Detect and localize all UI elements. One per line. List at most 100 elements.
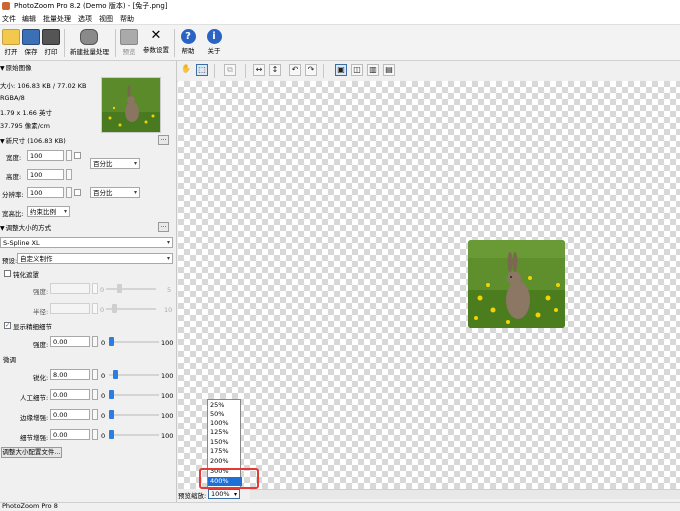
edge-min: 0 bbox=[101, 412, 106, 420]
width-spinner[interactable] bbox=[66, 150, 72, 161]
artifact-max: 100 bbox=[161, 392, 174, 400]
rotate-left-button[interactable]: ↶ bbox=[289, 64, 301, 76]
stacked-view-button[interactable]: ▤ bbox=[383, 64, 395, 76]
collapse-triangle-icon: ▼ bbox=[0, 225, 5, 232]
resize-method-header[interactable]: ▼调整大小的方式 … bbox=[0, 222, 172, 232]
width-input[interactable]: 100 bbox=[27, 150, 64, 161]
menu-bar: 文件 编辑 批量处理 选项 视图 帮助 bbox=[0, 12, 680, 25]
folder-icon bbox=[2, 29, 20, 45]
zoom-option[interactable]: 175% bbox=[210, 447, 240, 456]
single-view-button[interactable]: ▣ bbox=[335, 64, 347, 76]
new-size-header[interactable]: ▼新尺寸 (106.83 KB) … bbox=[0, 135, 172, 145]
horizontal-scrollbar[interactable] bbox=[250, 489, 680, 499]
crop-button[interactable]: ⧉ bbox=[224, 64, 236, 76]
menu-help[interactable]: 帮助 bbox=[120, 14, 134, 24]
menu-options[interactable]: 选项 bbox=[78, 14, 92, 24]
edge-slider[interactable] bbox=[109, 414, 159, 416]
preset-select[interactable]: 自定义制作 ▾ bbox=[17, 253, 173, 264]
unsharp-strength-thumb[interactable] bbox=[117, 284, 122, 293]
resolution-spinner[interactable] bbox=[66, 187, 72, 198]
info-icon: i bbox=[206, 29, 222, 44]
menu-file[interactable]: 文件 bbox=[2, 14, 16, 24]
artifact-slider[interactable] bbox=[109, 394, 159, 396]
preview-canvas[interactable] bbox=[178, 81, 680, 489]
original-mode: RGBA/8 bbox=[0, 94, 25, 102]
unsharp-checkbox[interactable] bbox=[4, 270, 11, 277]
unsharp-strength-slider[interactable] bbox=[106, 288, 156, 290]
new-batch-button[interactable]: 新建批量处理 bbox=[70, 27, 109, 59]
settings-button[interactable]: ✕ 参数设置 bbox=[143, 27, 169, 59]
fit-height-button[interactable]: ↕ bbox=[269, 64, 281, 76]
artifact-label: 人工细节: bbox=[20, 394, 49, 402]
grain-slider[interactable] bbox=[109, 434, 159, 436]
grain-spinner[interactable] bbox=[92, 429, 98, 440]
unsharp-strength-spinner[interactable] bbox=[92, 283, 98, 294]
edge-max: 100 bbox=[161, 412, 174, 420]
sharpen-label: 锐化: bbox=[33, 374, 49, 382]
menu-batch[interactable]: 批量处理 bbox=[43, 14, 71, 24]
hand-tool-button[interactable]: ✋ bbox=[180, 64, 192, 76]
menu-view[interactable]: 视图 bbox=[99, 14, 113, 24]
resolution-input[interactable]: 100 bbox=[27, 187, 64, 198]
window-title: PhotoZoom Pro 8.2 (Demo 版本) - [兔子.png] bbox=[14, 2, 168, 10]
split-view-button[interactable]: ◫ bbox=[351, 64, 363, 76]
height-spinner[interactable] bbox=[66, 169, 72, 180]
edge-thumb[interactable] bbox=[109, 410, 114, 419]
artifact-spinner[interactable] bbox=[92, 389, 98, 400]
resize-more-button[interactable]: … bbox=[158, 222, 169, 232]
about-button[interactable]: i 关于 bbox=[203, 27, 225, 59]
unsharp-radius-thumb[interactable] bbox=[112, 304, 117, 313]
preview-zoom-select[interactable]: 100% ▾ bbox=[208, 489, 240, 499]
resize-presets-button[interactable]: 调整大小配置文件... bbox=[1, 447, 62, 458]
grain-thumb[interactable] bbox=[109, 430, 114, 439]
detail-strength-slider[interactable] bbox=[109, 341, 159, 343]
detail-strength-spinner[interactable] bbox=[92, 336, 98, 347]
sharpen-input[interactable]: 8.00 bbox=[50, 369, 90, 380]
edge-input[interactable]: 0.00 bbox=[50, 409, 90, 420]
method-select[interactable]: S-Spline XL ▾ bbox=[0, 237, 173, 248]
zoom-option[interactable]: 25% bbox=[210, 401, 240, 410]
fit-width-button[interactable]: ↔ bbox=[253, 64, 265, 76]
grain-label: 细节增强: bbox=[20, 434, 49, 442]
select-tool-button[interactable]: ⬚ bbox=[196, 64, 208, 76]
width-label: 宽度: bbox=[6, 154, 22, 162]
detail-strength-thumb[interactable] bbox=[109, 337, 114, 346]
sharpen-thumb[interactable] bbox=[113, 370, 118, 379]
original-dimensions: 1.79 x 1.66 英寸 bbox=[0, 109, 52, 117]
new-size-more-button[interactable]: … bbox=[158, 135, 169, 145]
chevron-down-icon: ▾ bbox=[166, 255, 170, 262]
zoom-option[interactable]: 125% bbox=[210, 428, 240, 437]
edge-spinner[interactable] bbox=[92, 409, 98, 420]
preset-label: 预设: bbox=[2, 257, 18, 265]
unsharp-strength-input[interactable] bbox=[50, 283, 90, 294]
original-image-header[interactable]: ▼原始图像 bbox=[0, 62, 172, 72]
side-by-side-button[interactable]: ▥ bbox=[367, 64, 379, 76]
resolution-unit-select[interactable]: 百分比 ▾ bbox=[90, 187, 140, 198]
artifact-input[interactable]: 0.00 bbox=[50, 389, 90, 400]
height-label: 高度: bbox=[6, 173, 22, 181]
preview-button[interactable]: 预览 bbox=[118, 27, 140, 59]
grain-input[interactable]: 0.00 bbox=[50, 429, 90, 440]
sharpen-spinner[interactable] bbox=[92, 369, 98, 380]
aspect-select[interactable]: 约束比例 ▾ bbox=[27, 206, 70, 217]
edge-label: 边缘增强: bbox=[20, 414, 49, 422]
artifact-thumb[interactable] bbox=[109, 390, 114, 399]
show-detail-checkbox[interactable]: ✓ bbox=[4, 322, 11, 329]
height-input[interactable]: 100 bbox=[27, 169, 64, 180]
print-button[interactable]: 打印 bbox=[40, 27, 62, 59]
menu-edit[interactable]: 编辑 bbox=[22, 14, 36, 24]
artifact-min: 0 bbox=[101, 392, 106, 400]
unsharp-radius-input[interactable] bbox=[50, 303, 90, 314]
zoom-option[interactable]: 50% bbox=[210, 410, 240, 419]
zoom-option[interactable]: 200% bbox=[210, 457, 240, 466]
printer-icon bbox=[42, 29, 60, 45]
chevron-down-icon: ▾ bbox=[133, 189, 137, 196]
size-unit-select[interactable]: 百分比 ▾ bbox=[90, 158, 140, 169]
unsharp-radius-spinner[interactable] bbox=[92, 303, 98, 314]
detail-strength-input[interactable]: 0.00 bbox=[50, 336, 90, 347]
unsharp-radius-max: 10 bbox=[164, 306, 173, 314]
zoom-option[interactable]: 100% bbox=[210, 419, 240, 428]
resolution-label: 分辨率: bbox=[2, 191, 24, 199]
rotate-right-button[interactable]: ↷ bbox=[305, 64, 317, 76]
zoom-option[interactable]: 150% bbox=[210, 438, 240, 447]
